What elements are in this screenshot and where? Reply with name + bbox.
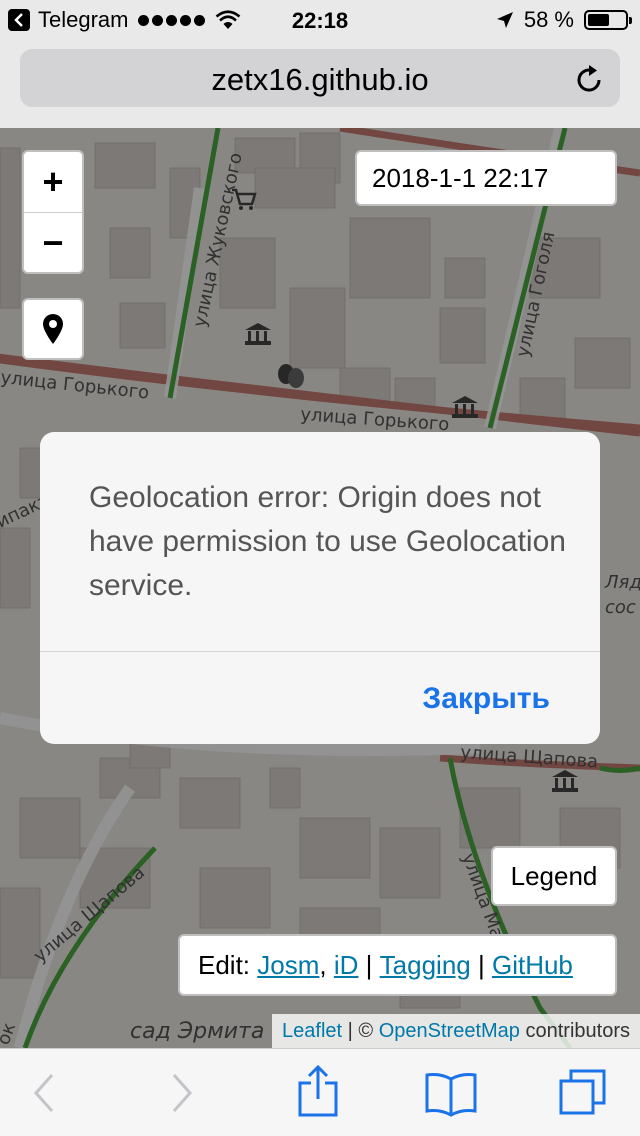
alert-message: Geolocation error: Origin does not have … — [89, 481, 566, 602]
battery-icon — [584, 10, 632, 30]
battery-fill — [588, 14, 609, 26]
zoom-in-button[interactable]: + — [24, 152, 82, 212]
status-bar: Telegram 22:18 58 % — [0, 0, 640, 40]
status-right: 58 % — [496, 7, 632, 33]
url-text[interactable]: zetx16.github.io — [20, 62, 620, 98]
date-control[interactable]: 2018-1-1 22:17 — [355, 150, 617, 206]
tagging-link[interactable]: Tagging — [380, 950, 471, 981]
leaflet-link[interactable]: Leaflet — [282, 1020, 342, 1043]
battery-percent: 58 % — [523, 7, 574, 32]
osm-link[interactable]: OpenStreetMap — [379, 1020, 520, 1043]
forward-chevron-icon[interactable] — [170, 1071, 196, 1115]
back-chevron-icon[interactable] — [30, 1071, 56, 1115]
zoom-out-button[interactable]: − — [24, 212, 82, 273]
browser-header: zetx16.github.io — [0, 40, 640, 128]
attribution-suffix: contributors — [525, 1019, 631, 1042]
browser-toolbar — [0, 1048, 640, 1136]
address-bar[interactable]: zetx16.github.io — [20, 49, 620, 107]
edit-sep: | — [477, 949, 485, 980]
share-icon[interactable] — [298, 1065, 338, 1117]
edit-prefix: Edit: — [198, 949, 251, 980]
close-button[interactable]: Закрыть — [422, 682, 550, 716]
alert-dialog: Geolocation error: Origin does not have … — [40, 432, 600, 744]
location-arrow-icon — [496, 12, 513, 28]
locate-button[interactable] — [22, 298, 84, 360]
map-pin-icon — [43, 314, 63, 344]
edit-links-control: Edit: Josm, iD | Tagging | GitHub — [178, 934, 617, 996]
map-attribution: Leaflet | © OpenStreetMap contributors — [272, 1014, 640, 1048]
github-link[interactable]: GitHub — [492, 950, 573, 981]
reload-icon[interactable] — [576, 63, 604, 93]
attribution-sep: | © — [347, 1019, 374, 1042]
id-link[interactable]: iD — [334, 950, 359, 981]
zoom-control: + − — [22, 150, 84, 274]
tabs-icon[interactable] — [558, 1067, 608, 1117]
bookmarks-icon[interactable] — [424, 1071, 478, 1117]
legend-button[interactable]: Legend — [491, 846, 617, 906]
edit-sep: | — [365, 949, 373, 980]
edit-sep: , — [319, 949, 327, 980]
dialog-divider — [40, 651, 600, 652]
josm-link[interactable]: Josm — [257, 950, 319, 981]
